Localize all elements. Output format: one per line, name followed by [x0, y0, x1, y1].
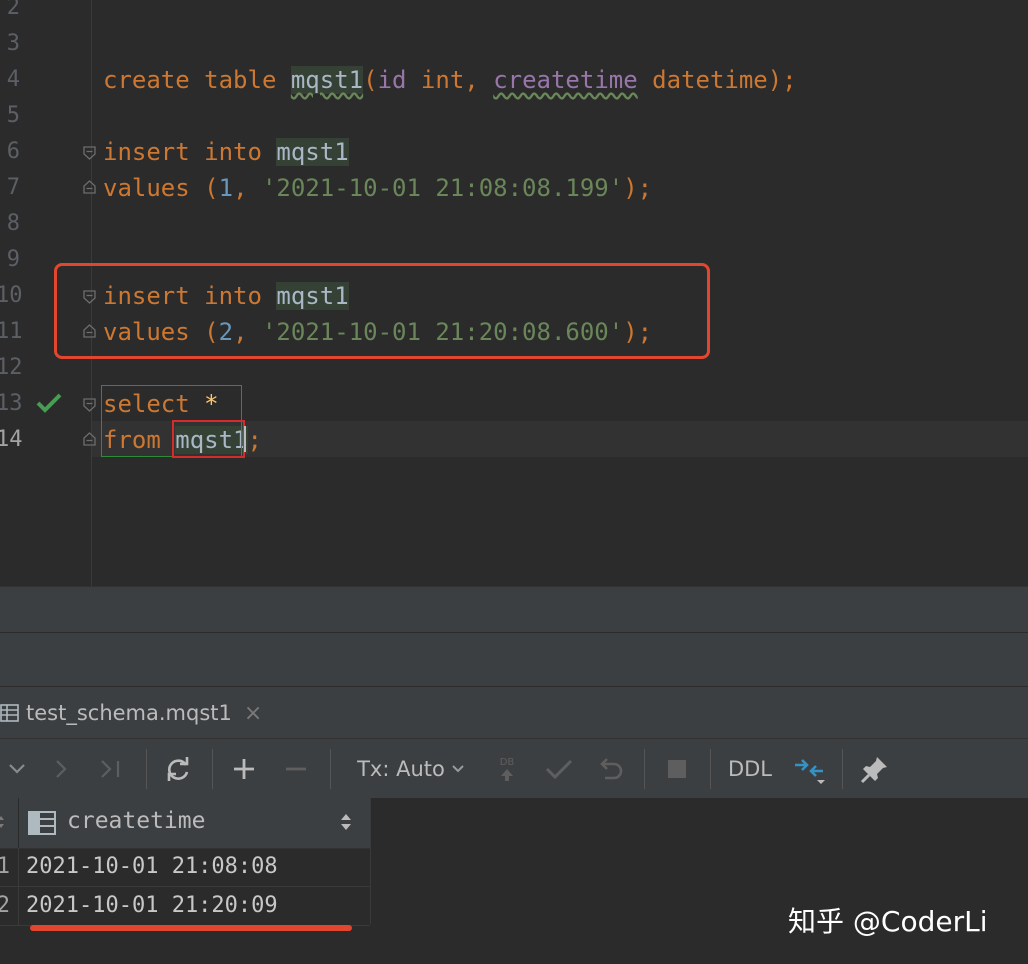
toolbar-separator	[710, 749, 711, 789]
column-separator	[18, 887, 19, 925]
checkmark-icon	[36, 392, 62, 418]
refresh-icon[interactable]	[162, 753, 194, 785]
column-separator	[18, 848, 19, 886]
line-number: 11	[0, 319, 23, 344]
close-icon[interactable]: ×	[244, 701, 262, 726]
line-number: 10	[0, 283, 23, 308]
annotation-underline	[30, 925, 352, 931]
number-literal: 1	[218, 174, 234, 202]
punctuation: );	[623, 174, 653, 202]
commit-check-icon[interactable]	[544, 753, 574, 785]
next-page-icon[interactable]	[48, 753, 74, 785]
results-toolbar: Tx: Auto DB DDL	[0, 738, 1028, 799]
keyword: values	[103, 174, 190, 202]
panel-splitter[interactable]	[0, 632, 1028, 687]
punctuation: ,	[464, 66, 494, 94]
grid-border	[370, 798, 371, 924]
toolbar-separator	[842, 749, 843, 789]
string-literal: '2021-10-01 21:08:08.199'	[261, 174, 624, 202]
transaction-mode-dropdown[interactable]: Tx: Auto	[352, 753, 470, 785]
type-keyword: datetime	[652, 66, 768, 94]
delete-row-icon[interactable]	[282, 753, 310, 785]
table-identifier: mqst1	[276, 138, 349, 166]
code-line-insert-1[interactable]: insert into mqst1	[103, 134, 349, 170]
stop-icon[interactable]	[662, 753, 692, 785]
fold-end-icon[interactable]	[83, 180, 96, 194]
column-table-icon	[28, 811, 56, 839]
code-line-create-table[interactable]: create table mqst1(id int, createtime da…	[103, 62, 797, 98]
fold-start-icon[interactable]	[83, 398, 96, 412]
chevron-down-icon	[451, 764, 465, 774]
fold-start-icon[interactable]	[83, 146, 96, 160]
keyword: table	[204, 66, 277, 94]
table-row[interactable]: 1 2021-10-01 21:08:08	[0, 848, 370, 887]
rollback-icon[interactable]	[596, 753, 626, 785]
db-commit-icon[interactable]: DB	[492, 753, 522, 785]
line-number: 14	[0, 427, 23, 452]
sql-editor[interactable]: 2 3 4 5 6 7 8 9 10 11 12 13 14 create ta…	[0, 0, 1028, 586]
keyword: insert	[103, 138, 190, 166]
row-number: 2	[0, 893, 10, 918]
text-caret	[244, 426, 246, 452]
table-identifier: mqst1	[290, 66, 364, 94]
sort-icon[interactable]	[340, 812, 352, 836]
tab-test-schema-mqst1[interactable]: test_schema.mqst1 ×	[0, 687, 270, 739]
annotation-highlight-box	[54, 263, 710, 359]
chevron-down-icon[interactable]	[4, 753, 30, 785]
line-number: 2	[6, 0, 20, 20]
ddl-button[interactable]: DDL	[724, 753, 776, 785]
add-row-icon[interactable]	[230, 753, 258, 785]
punctuation: (	[189, 174, 219, 202]
sort-icon	[0, 814, 5, 833]
toolbar-separator	[212, 749, 213, 789]
table-row[interactable]: 2 2021-10-01 21:20:09	[0, 887, 370, 926]
last-page-icon[interactable]	[96, 753, 126, 785]
line-number: 3	[6, 31, 20, 56]
column-header-createtime[interactable]: createtime	[67, 808, 205, 834]
punctuation: ;	[247, 426, 262, 454]
line-number: 6	[6, 139, 20, 164]
row-number: 1	[0, 854, 10, 879]
line-number: 9	[6, 247, 20, 272]
toolbar-separator	[330, 749, 331, 789]
pin-icon[interactable]	[858, 753, 892, 785]
tab-label: test_schema.mqst1	[26, 701, 232, 725]
line-number: 12	[0, 355, 23, 380]
punctuation: (	[363, 66, 378, 94]
toolbar-separator	[644, 749, 645, 789]
compare-icon[interactable]	[792, 753, 828, 785]
cell-createtime[interactable]: 2021-10-01 21:20:09	[26, 887, 278, 925]
results-tab-bar: test_schema.mqst1 ×	[0, 686, 1028, 739]
editor-status-bar	[0, 586, 1028, 633]
column-identifier: id	[377, 66, 407, 94]
punctuation: ,	[233, 174, 262, 202]
cell-createtime[interactable]: 2021-10-01 21:08:08	[26, 848, 278, 886]
keyword: into	[204, 138, 262, 166]
column-identifier: createtime	[493, 66, 638, 94]
code-line-values-1[interactable]: values (1, '2021-10-01 21:08:08.199');	[103, 170, 652, 206]
identifier-highlight-box	[172, 420, 245, 458]
keyword: create	[103, 66, 190, 94]
punctuation: );	[767, 66, 797, 94]
line-number: 5	[6, 103, 20, 128]
ddl-label: DDL	[727, 757, 773, 781]
line-number: 4	[6, 67, 20, 92]
table-icon	[0, 703, 20, 723]
type-keyword: int	[420, 66, 465, 94]
column-separator	[18, 798, 19, 848]
grid-header-row: createtime	[0, 798, 370, 849]
line-number: 8	[6, 211, 20, 236]
watermark: 知乎 @CoderLi	[788, 905, 988, 938]
toolbar-separator	[146, 749, 147, 789]
tx-label: Tx: Auto	[357, 757, 445, 781]
db-icon-label: DB	[499, 756, 515, 768]
line-number: 7	[6, 175, 20, 200]
line-number: 13	[0, 391, 23, 416]
fold-end-icon[interactable]	[83, 432, 96, 446]
